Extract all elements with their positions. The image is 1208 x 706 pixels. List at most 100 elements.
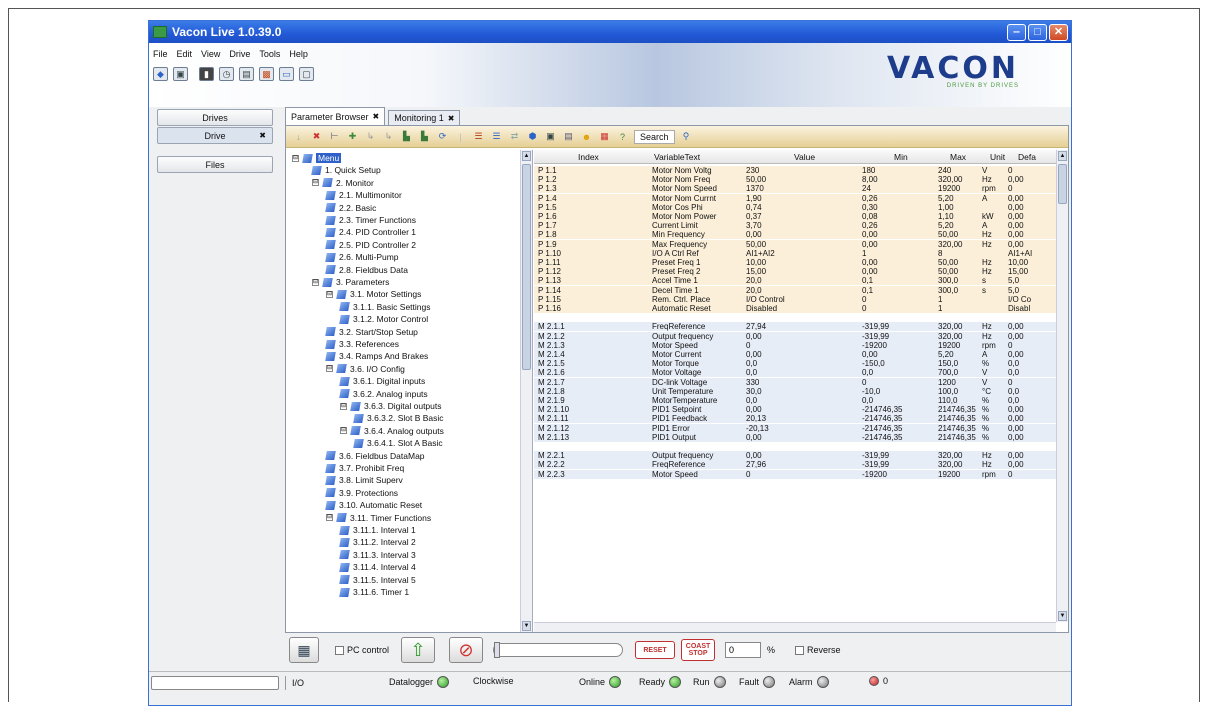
tree-node[interactable]: 3.6.1. Digital inputs <box>339 375 425 387</box>
delete-icon[interactable]: ✖ <box>310 130 323 143</box>
table-row[interactable]: M 2.1.5 Motor Torque 0,0 -150,0 150,0% 0,0 <box>534 359 1056 369</box>
window-icon[interactable]: ▭ <box>279 67 294 81</box>
table-row[interactable]: P 1.11 Preset Freq 1 10,00 0,00 50,00 Hz 10,00 <box>534 258 1056 267</box>
tree-node[interactable]: ⊟ 3.11. Timer Functions <box>326 512 431 524</box>
tree-node[interactable]: 3.10. Automatic Reset <box>325 499 422 511</box>
level-icon[interactable]: ▙ <box>400 130 413 143</box>
tab-close-icon[interactable]: ✖ <box>448 114 455 123</box>
stop-button[interactable]: ⊘ <box>449 637 484 663</box>
table-scrollbar[interactable]: ▲ ▼ <box>1056 150 1068 622</box>
expand-icon[interactable]: ⊟ <box>312 179 319 187</box>
drive-item[interactable]: Drive ✖ <box>157 127 273 144</box>
drives-button[interactable]: Drives <box>157 109 273 126</box>
tree-node[interactable]: ⊟ 3.1. Motor Settings <box>326 288 421 300</box>
maximize-button[interactable]: □ <box>1028 23 1047 41</box>
tree-node[interactable]: ⊟ 2. Monitor <box>312 177 374 189</box>
tree-node[interactable]: 3.6.3.2. Slot B Basic <box>353 412 444 424</box>
tree-node[interactable]: 3.11.1. Interval 1 <box>339 524 416 536</box>
menu-drive[interactable]: Drive <box>229 49 250 59</box>
tree-scrollbar[interactable]: ▲ ▼ <box>520 150 532 632</box>
menu-edit[interactable]: Edit <box>177 49 193 59</box>
help-icon[interactable]: ? <box>616 130 629 143</box>
tree-node[interactable]: ⊟ 3.6. I/O Config <box>326 363 405 375</box>
tree-node[interactable]: 3.11.3. Interval 3 <box>339 549 416 561</box>
table-row[interactable]: M 2.1.3 Motor Speed 0 -19200 19200 rpm 0 <box>534 340 1056 350</box>
tree-node[interactable]: 3.1.1. Basic Settings <box>339 301 431 313</box>
expand-icon[interactable]: ⊟ <box>292 154 299 162</box>
table-scroll-thumb[interactable] <box>1058 164 1067 204</box>
tree-node[interactable]: ⊟ 3.6.3. Digital outputs <box>340 400 442 412</box>
table-row[interactable]: M 2.1.13 PID1 Output 0,00 -214746,35 214746,… <box>534 432 1056 442</box>
level2-icon[interactable]: ▙ <box>418 130 431 143</box>
table-row[interactable]: M 2.1.1 FreqReference 27,94 -319,99 320,00 Hz… <box>534 322 1056 332</box>
expand-icon[interactable]: ⊟ <box>326 365 333 373</box>
search-box[interactable]: Search <box>634 129 675 144</box>
tab-close-icon[interactable]: ✖ <box>373 112 380 121</box>
disk-icon[interactable]: ▣ <box>544 130 557 143</box>
tree-node[interactable]: 3.11.2. Interval 2 <box>339 536 416 548</box>
tree-node[interactable]: 2.6. Multi-Pump <box>325 251 399 263</box>
save-icon[interactable]: ▣ <box>173 67 188 81</box>
menu-tools[interactable]: Tools <box>259 49 280 59</box>
close-button[interactable]: ✕ <box>1049 23 1068 41</box>
scroll-up-icon[interactable]: ▲ <box>1058 151 1067 161</box>
table-row[interactable]: P 1.1 Motor Nom Voltg 230 180 240 V 0 <box>534 166 1056 175</box>
drive-icon[interactable]: ▮ <box>199 67 214 81</box>
expand-icon[interactable]: ⊟ <box>340 427 347 435</box>
compare-icon[interactable]: ⇄ <box>508 130 521 143</box>
tree-node[interactable]: 3.11.4. Interval 4 <box>339 561 416 573</box>
tree-node[interactable]: 3.11.5. Interval 5 <box>339 574 416 586</box>
table-row[interactable]: M 2.1.12 PID1 Error -20,13 -214746,35 214746… <box>534 423 1056 433</box>
tree-scroll-thumb[interactable] <box>522 164 531 370</box>
table-row[interactable]: M 2.1.8 Unit Temperature 30,0 -10,0 100,0 °C 0… <box>534 386 1056 396</box>
table-row[interactable]: P 1.3 Motor Nom Speed 1370 24 19200 rpm 0 <box>534 184 1056 194</box>
scroll-down-icon[interactable]: ▼ <box>1058 611 1067 621</box>
col-max[interactable]: Max <box>950 152 966 162</box>
tree-node[interactable]: 3.8. Limit Superv <box>325 474 403 486</box>
table-row[interactable]: P 1.8 Min Frequency 0,00 0,00 50,00 Hz 0,00 <box>534 230 1056 240</box>
tab-parameter-browser[interactable]: Parameter Browser ✖ <box>285 107 386 125</box>
pc-control-check[interactable] <box>335 645 344 655</box>
tree-node[interactable]: 1. Quick Setup <box>311 164 381 176</box>
chart-icon[interactable]: ▤ <box>239 67 254 81</box>
reset-button[interactable]: RESET <box>635 641 676 659</box>
table-row[interactable]: P 1.15 Rem. Ctrl. Place I/O Control 0 1 I/O C… <box>534 294 1056 304</box>
tree-node[interactable]: 3.6. Fieldbus DataMap <box>325 450 425 462</box>
tree-node[interactable]: 2.4. PID Controller 1 <box>325 226 416 238</box>
table-row[interactable]: M 2.2.1 Output frequency 0,00 -319,99 320,00… <box>534 451 1056 461</box>
move-down-icon[interactable]: ↓ <box>292 130 305 143</box>
table-row[interactable]: M 2.1.2 Output frequency 0,00 -319,99 320,00… <box>534 331 1056 341</box>
expand-icon[interactable]: ⊟ <box>326 290 333 298</box>
doc-icon[interactable]: ▤ <box>562 130 575 143</box>
step2-icon[interactable]: ↳ <box>382 130 395 143</box>
monitor-icon[interactable]: ▩ <box>259 67 274 81</box>
search-icon[interactable]: ⚲ <box>680 130 693 143</box>
table-row[interactable]: M 2.1.7 DC-link Voltage 330 0 1200 V 0 <box>534 377 1056 387</box>
menu-view[interactable]: View <box>201 49 220 59</box>
tree-node[interactable]: 2.2. Basic <box>325 202 376 214</box>
tree-node[interactable]: 3.6.2. Analog inputs <box>339 388 428 400</box>
col-index[interactable]: Index <box>578 152 599 162</box>
start-button[interactable]: ⇧ <box>401 637 436 663</box>
scroll-down-icon[interactable]: ▼ <box>522 621 531 631</box>
table-row[interactable]: P 1.10 I/O A Ctrl Ref AI1+AI2 1 8 AI1+AI <box>534 248 1056 258</box>
tree-node[interactable]: 3.2. Start/Stop Setup <box>325 326 418 338</box>
drive-close-icon[interactable]: ✖ <box>259 131 266 140</box>
table-row[interactable]: P 1.14 Decel Time 1 20,0 0,1 300,0 s 5,0 <box>534 285 1056 295</box>
expand-icon[interactable]: ⊟ <box>312 278 319 286</box>
tree-node[interactable]: 3.6.4.1. Slot A Basic <box>353 437 443 449</box>
step-icon[interactable]: ↳ <box>364 130 377 143</box>
col-unit[interactable]: Unit <box>990 152 1005 162</box>
table-row[interactable]: M 2.2.3 Motor Speed 0 -19200 19200 rpm 0 <box>534 469 1056 479</box>
table-row[interactable]: P 1.4 Motor Nom Currnt 1,90 0,26 5,20 A 0,00 <box>534 193 1056 203</box>
col-default[interactable]: Defa <box>1018 152 1036 162</box>
table-row[interactable]: P 1.16 Automatic Reset Disabled 0 1 Disabl <box>534 304 1056 313</box>
table-row[interactable]: P 1.9 Max Frequency 50,00 0,00 320,00 Hz 0,00 <box>534 239 1056 249</box>
list-icon[interactable]: ☰ <box>472 130 485 143</box>
gauge-icon[interactable]: ◷ <box>219 67 234 81</box>
coast-stop-button[interactable]: COAST STOP <box>681 639 716 661</box>
menu-help[interactable]: Help <box>289 49 308 59</box>
table-hscrollbar[interactable] <box>534 622 1056 632</box>
speed-input[interactable] <box>725 642 762 658</box>
tree-node[interactable]: 3.11.6. Timer 1 <box>339 586 409 598</box>
